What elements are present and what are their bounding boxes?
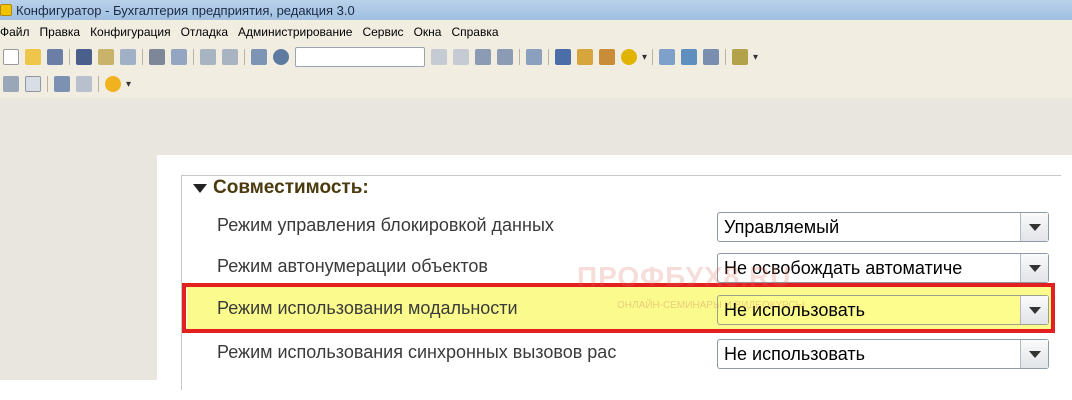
- run-icon[interactable]: [105, 76, 121, 92]
- find-icon[interactable]: [251, 49, 267, 65]
- watermark-subtitle: ОНЛАЙН-СЕМИНАРЫ И ВИДЕОКУРСЫ: [617, 300, 805, 311]
- sync-calls-select[interactable]: Не использовать: [717, 339, 1049, 369]
- property-label-lock-mode: Режим управления блокировкой данных: [217, 215, 554, 235]
- update-icon[interactable]: [681, 49, 698, 65]
- dropdown-chevron-icon[interactable]: ▾: [642, 52, 647, 63]
- compatibility-group-header[interactable]: Совместимость:: [193, 177, 369, 199]
- grid-icon[interactable]: [3, 76, 19, 92]
- lock-mode-select[interactable]: Управляемый: [717, 212, 1049, 242]
- toolbar-separator: [725, 49, 727, 65]
- menu-help[interactable]: Справка: [446, 25, 503, 39]
- menu-edit[interactable]: Правка: [35, 25, 86, 39]
- toolbar-separator: [69, 49, 70, 65]
- configurator-window: Конфигуратор - Бухгалтерия предприятия, …: [0, 0, 1072, 400]
- table-icon[interactable]: [76, 76, 92, 92]
- module-icon[interactable]: [732, 49, 749, 65]
- title-bar: Конфигуратор - Бухгалтерия предприятия, …: [0, 0, 1072, 20]
- menu-administration[interactable]: Администрирование: [233, 25, 357, 39]
- workspace-left-strip: [0, 155, 157, 380]
- compare-icon[interactable]: [659, 49, 676, 65]
- search-field[interactable]: [295, 47, 425, 67]
- dropdown-chevron-icon[interactable]: ▾: [126, 79, 131, 90]
- toolbar-separator: [142, 49, 143, 65]
- chevron-down-icon: [1028, 350, 1041, 358]
- new-document-icon[interactable]: [3, 49, 19, 65]
- collapse-triangle-icon[interactable]: [193, 183, 207, 193]
- calc-icon[interactable]: [25, 76, 41, 92]
- window-icon[interactable]: [526, 49, 542, 65]
- cut-icon[interactable]: [76, 49, 92, 65]
- toolbar-separator: [244, 49, 245, 65]
- menu-service[interactable]: Сервис: [357, 25, 408, 39]
- dropdown-button[interactable]: [1020, 340, 1048, 368]
- syntax-assistant-icon[interactable]: [577, 49, 593, 65]
- properties-panel: Совместимость: Режим управления блокиров…: [157, 155, 1072, 390]
- chevron-down-icon: [1028, 223, 1041, 231]
- toolbar-separator: [98, 76, 99, 92]
- redo-icon[interactable]: [222, 49, 238, 65]
- undo-icon[interactable]: [200, 49, 216, 65]
- template-icon[interactable]: [599, 49, 615, 65]
- secondary-toolbar: ▾: [0, 70, 1072, 98]
- window-title: Конфигуратор - Бухгалтерия предприятия, …: [16, 2, 355, 18]
- menu-configuration[interactable]: Конфигурация: [85, 25, 176, 39]
- toolbar-separator: [519, 49, 520, 65]
- find-next-icon[interactable]: [475, 49, 491, 65]
- menu-file[interactable]: Файл: [0, 25, 35, 39]
- dropdown-chevron-icon[interactable]: ▾: [753, 52, 758, 63]
- copy-icon[interactable]: [98, 49, 114, 65]
- save-icon[interactable]: [47, 49, 63, 65]
- toolbar-separator: [47, 76, 48, 92]
- paste-icon[interactable]: [120, 49, 136, 65]
- app-logo-icon: [0, 4, 12, 16]
- property-label-sync-calls: Режим использования синхронных вызовов р…: [217, 342, 617, 362]
- dropdown-button[interactable]: [1020, 254, 1048, 282]
- print-preview-icon[interactable]: [171, 49, 187, 65]
- db-config-icon[interactable]: [54, 76, 70, 92]
- dropdown-button[interactable]: [1020, 213, 1048, 241]
- clear-search-icon[interactable]: [453, 49, 469, 65]
- search-dropdown-icon[interactable]: [431, 49, 447, 65]
- database-icon[interactable]: [703, 49, 720, 65]
- group-title: Совместимость:: [213, 177, 369, 198]
- watermark: ПРОФБУХ8.RU: [577, 261, 792, 292]
- main-toolbar: ▾ ▾: [0, 44, 1072, 70]
- info-icon[interactable]: [621, 49, 637, 65]
- toolbar-separator: [193, 49, 194, 65]
- open-icon[interactable]: [25, 49, 41, 65]
- toolbar-separator: [548, 49, 549, 65]
- find-previous-icon[interactable]: [497, 49, 513, 65]
- sync-calls-value: Не использовать: [724, 343, 865, 364]
- menu-bar: Файл Правка Конфигурация Отладка Админис…: [0, 20, 1072, 44]
- print-icon[interactable]: [149, 49, 165, 65]
- debug-icon[interactable]: [555, 49, 571, 65]
- search-icon[interactable]: [273, 49, 289, 65]
- chevron-down-icon: [1028, 264, 1041, 272]
- workspace-area: [0, 98, 1072, 155]
- menu-windows[interactable]: Окна: [409, 25, 447, 39]
- menu-debug[interactable]: Отладка: [176, 25, 233, 39]
- lock-mode-value: Управляемый: [724, 216, 840, 237]
- toolbar-separator: [652, 49, 654, 65]
